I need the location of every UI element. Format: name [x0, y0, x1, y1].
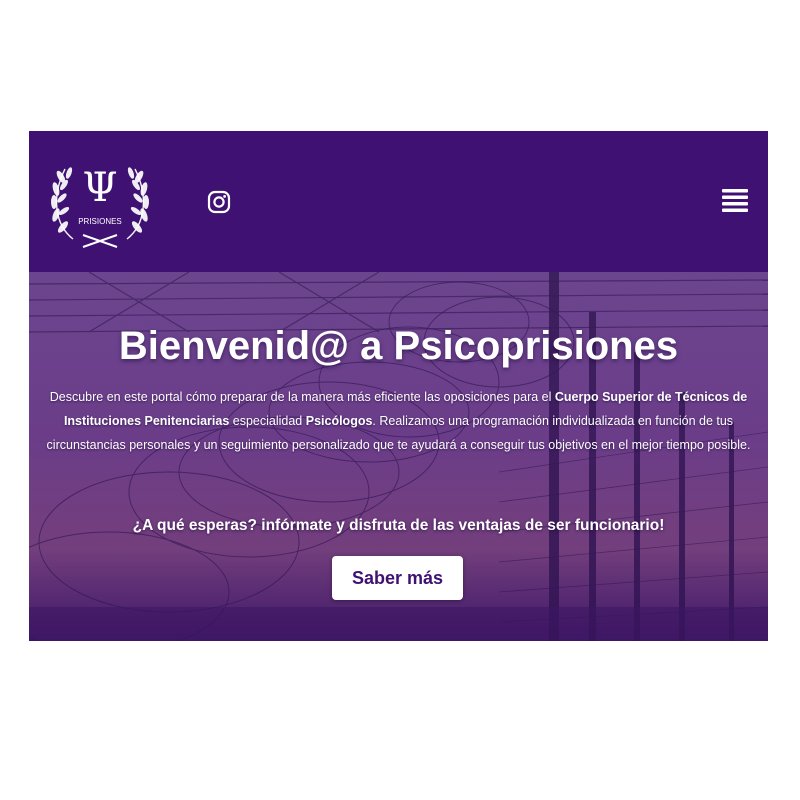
hero-description-text: Descubre en este portal cómo preparar de… — [49, 390, 555, 404]
hero-description: Descubre en este portal cómo preparar de… — [41, 385, 756, 457]
page-frame: Ψ PRISIONES Bienvenid@ a Psicoprisiones … — [29, 131, 768, 641]
site-header: Ψ PRISIONES — [29, 131, 768, 272]
logo-text: PRISIONES — [78, 217, 122, 226]
hero-cta-text: ¿A qué esperas? infórmate y disfruta de … — [132, 517, 665, 534]
hero-description-text: especialidad — [229, 414, 306, 428]
hero-title: Bienvenid@ a Psicoprisiones — [118, 324, 679, 368]
logo-psi-symbol: Ψ — [82, 165, 117, 211]
instagram-icon[interactable] — [207, 190, 231, 214]
hamburger-menu-icon[interactable] — [721, 188, 749, 216]
hero-section: Bienvenid@ a Psicoprisiones Descubre en … — [29, 272, 768, 641]
hero-description-bold-psicologos: Psicólogos — [305, 414, 373, 428]
saber-mas-button[interactable]: Saber más — [332, 556, 463, 600]
psicoprisiones-logo[interactable]: Ψ PRISIONES — [43, 147, 157, 257]
